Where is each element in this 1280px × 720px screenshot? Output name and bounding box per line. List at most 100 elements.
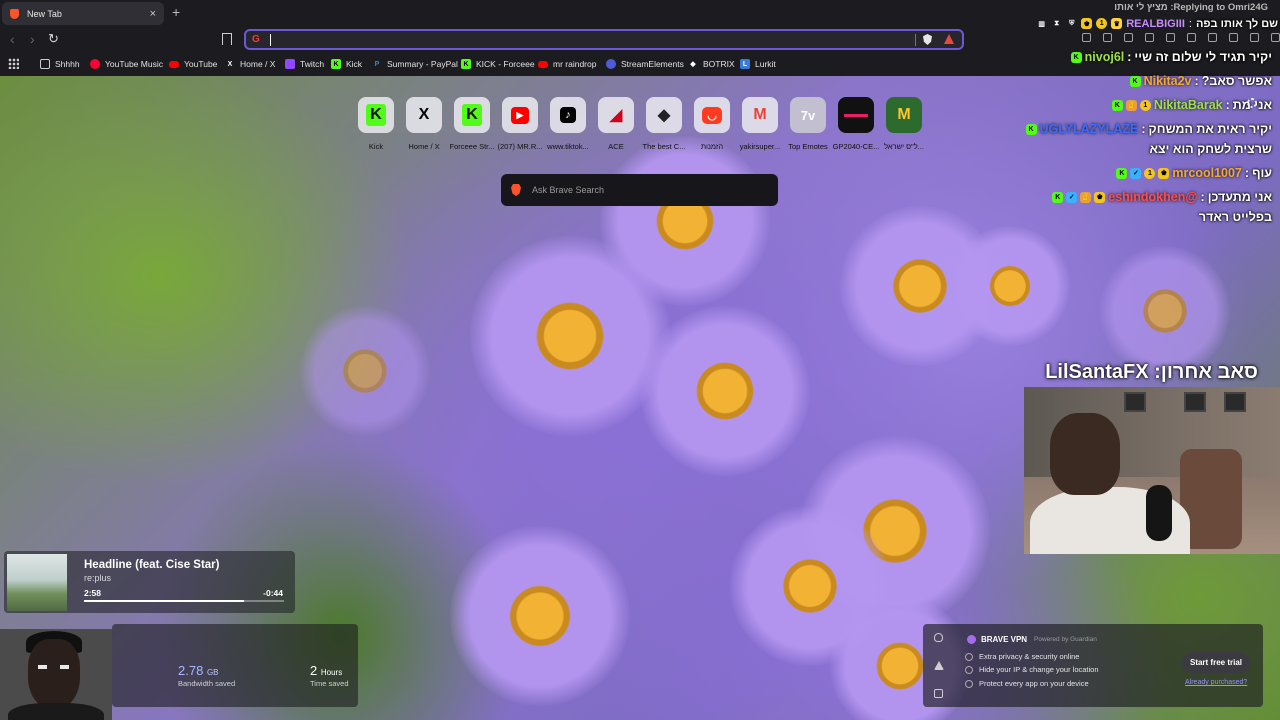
flower bbox=[600, 136, 770, 306]
gp2040-icon bbox=[838, 97, 874, 133]
settings-gear-icon[interactable] bbox=[1247, 98, 1257, 108]
elapsed-time: 2:58 bbox=[84, 588, 102, 598]
brave-search-input[interactable] bbox=[532, 185, 762, 195]
back-button[interactable]: ‹ bbox=[10, 31, 15, 47]
kick-icon: K bbox=[454, 97, 490, 133]
top-site-tile[interactable]: K Kick bbox=[352, 97, 400, 151]
top-site-tile[interactable]: Myakirsuper... bbox=[736, 97, 784, 151]
time-number: 2 bbox=[310, 663, 318, 678]
chat-reply-message: שם לך אותו בפה : REALBIGIII ♛ 1 ♚ ⛨ ⧗ ▥ bbox=[1032, 15, 1278, 32]
tab-close-button[interactable]: × bbox=[150, 8, 156, 20]
already-purchased-link[interactable]: Already purchased? bbox=[1185, 679, 1247, 686]
bookmark-label: KICK - Forceee bbox=[476, 59, 535, 69]
chat-message: שרצית לשחק הוא יצא bbox=[1150, 142, 1272, 156]
chat-separator: : bbox=[1225, 98, 1230, 112]
bookmark-item[interactable]: P Summary - PayPal bbox=[372, 57, 458, 71]
twitch-icon bbox=[285, 59, 295, 69]
bookmark-item[interactable]: YouTube Music bbox=[90, 57, 163, 71]
kick-badge-icon: K bbox=[1116, 167, 1128, 179]
tiktok-icon: ♪ bbox=[550, 97, 586, 133]
chat-username: @eshindokhen bbox=[1108, 190, 1198, 204]
vpn-logo-icon bbox=[967, 635, 976, 644]
progress-bar[interactable] bbox=[84, 600, 284, 602]
track-artist: re:plus bbox=[84, 573, 112, 583]
bookmark-item[interactable]: Twitch bbox=[285, 57, 324, 71]
emote-icon bbox=[1229, 33, 1238, 42]
top-site-tile[interactable]: M ל"ס ישראל... bbox=[880, 97, 928, 151]
crown-badge-icon: ♚ bbox=[1081, 18, 1093, 29]
bookmark-label: BOTRIX bbox=[703, 59, 735, 69]
shopping-icon: ◡ bbox=[694, 97, 730, 133]
bookmark-item[interactable]: K Kick bbox=[331, 57, 362, 71]
bookmark-item[interactable]: Shhhh bbox=[40, 57, 80, 71]
avatar-eye bbox=[60, 665, 69, 669]
now-playing-widget[interactable]: Headline (feat. Cise Star) re:plus 2:58 … bbox=[4, 551, 295, 613]
bookmark-item[interactable]: ◆ BOTRIX bbox=[688, 57, 735, 71]
top-site-tile[interactable]: ♪ www.tiktok... bbox=[544, 97, 592, 151]
top-site-tile[interactable]: ◡ הזמנות bbox=[688, 97, 736, 151]
gift-badge-icon: 1 bbox=[1144, 167, 1156, 179]
brave-vpn-widget: BRAVE VPN Powered by Guardian Extra priv… bbox=[923, 624, 1263, 707]
bandwidth-number: 2.78 bbox=[178, 663, 204, 678]
start-free-trial-button[interactable]: Start free trial bbox=[1182, 652, 1250, 673]
x-icon: X bbox=[406, 97, 442, 133]
youtube-icon: ▶ bbox=[502, 97, 538, 133]
gift-badge-icon: 1 bbox=[1096, 18, 1108, 29]
forward-button[interactable]: › bbox=[30, 31, 35, 47]
bookmark-label: Kick bbox=[346, 59, 363, 69]
verified-badge-icon: ✓ bbox=[1066, 191, 1078, 203]
top-site-tile[interactable]: X Home / X bbox=[400, 97, 448, 151]
brave-rewards-icon[interactable] bbox=[944, 34, 954, 44]
chat-message-text: שרצית לשחק הוא יצא bbox=[1149, 142, 1272, 156]
brave-shields-icon[interactable] bbox=[923, 34, 932, 45]
vpn-feature: Extra privacy & security online bbox=[964, 652, 1080, 661]
top-site-label: yakirsuper... bbox=[739, 142, 781, 151]
bookmark-label: Home / X bbox=[240, 59, 276, 69]
top-site-tile[interactable]: ◆ The best C... bbox=[640, 97, 688, 151]
dice-icon: ◆ bbox=[646, 97, 682, 133]
track-title: Headline (feat. Cise Star) bbox=[84, 559, 220, 571]
top-site-tile[interactable]: ▶ (207) MR.R... bbox=[496, 97, 544, 151]
kick-icon: K bbox=[461, 59, 471, 69]
flower bbox=[640, 306, 810, 476]
address-bar[interactable]: G bbox=[244, 29, 964, 50]
brave-search-box[interactable] bbox=[501, 174, 778, 206]
remaining-time: -0:44 bbox=[263, 588, 283, 598]
bookmark-item[interactable]: mr raindrop bbox=[538, 57, 596, 71]
top-site-tile[interactable]: K Forceee Str... bbox=[448, 97, 496, 151]
avatar-face bbox=[28, 639, 80, 709]
brave-stats-widget: 2.78 GB Bandwidth saved 2 Hours Time sav… bbox=[112, 624, 358, 707]
gmail-icon: M bbox=[742, 97, 778, 133]
chat-username: REALBIGIII bbox=[1126, 17, 1185, 30]
bookmark-item[interactable]: YouTube bbox=[169, 57, 217, 71]
chat-message: אפשר סאב? : Nikita2v K bbox=[1129, 74, 1272, 88]
bookmark-item[interactable]: K KICK - Forceee bbox=[461, 57, 535, 71]
shield-icon[interactable] bbox=[934, 633, 943, 642]
bookmark-icon[interactable] bbox=[222, 33, 232, 45]
reload-button[interactable]: ↻ bbox=[48, 31, 59, 47]
vpn-powered-by: Powered by Guardian bbox=[1034, 636, 1097, 643]
folder-icon bbox=[40, 59, 50, 69]
new-tab-button[interactable]: + bbox=[172, 4, 180, 20]
apps-icon[interactable] bbox=[8, 58, 19, 69]
bookmark-item[interactable]: StreamElements bbox=[606, 57, 684, 71]
chat-separator: : bbox=[1188, 17, 1192, 30]
avatar-shirt bbox=[8, 703, 104, 720]
top-site-label: GP2040-CE... bbox=[832, 142, 880, 151]
chat-message-text: אני מתעדכן bbox=[1207, 190, 1272, 204]
top-site-tile[interactable]: 7v Top Emotes bbox=[784, 97, 832, 151]
bookmark-label: mr raindrop bbox=[553, 59, 597, 69]
bookmark-label: YouTube bbox=[184, 59, 218, 69]
bookmark-item[interactable]: L Lurkit bbox=[740, 57, 776, 71]
youtube-music-icon bbox=[90, 59, 100, 69]
tab-new-tab[interactable]: New Tab × bbox=[2, 2, 164, 25]
wall-frame bbox=[1184, 392, 1206, 412]
address-input[interactable] bbox=[273, 34, 873, 45]
emote-icon bbox=[1082, 33, 1091, 42]
top-site-tile[interactable]: GP2040-CE... bbox=[832, 97, 880, 151]
card-icon[interactable] bbox=[934, 689, 943, 698]
tab-title: New Tab bbox=[27, 8, 62, 19]
top-site-tile[interactable]: ◢ ACE bbox=[592, 97, 640, 151]
warning-icon[interactable] bbox=[934, 661, 944, 670]
bookmark-item[interactable]: X Home / X bbox=[225, 57, 276, 71]
